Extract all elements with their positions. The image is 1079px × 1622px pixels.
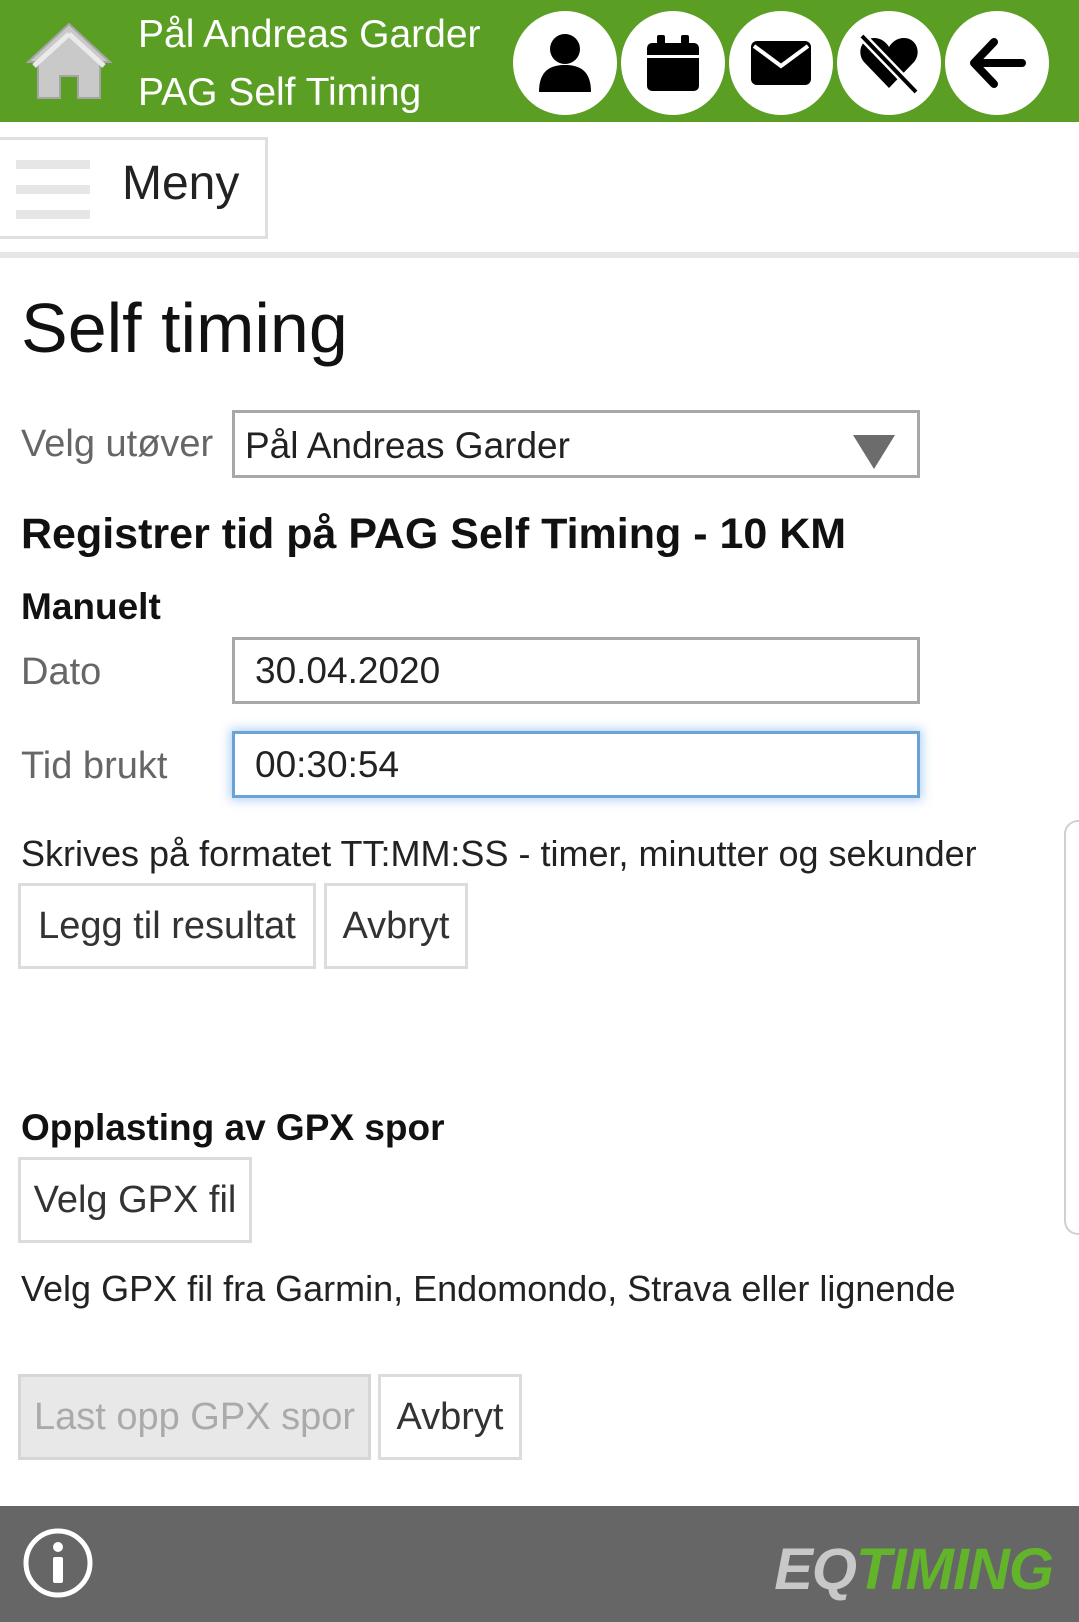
add-result-button[interactable]: Legg til resultat xyxy=(18,883,316,969)
messages-button[interactable] xyxy=(729,11,833,115)
page-title: Self timing xyxy=(21,289,348,367)
format-help-text: Skrives på formatet TT:MM:SS - timer, mi… xyxy=(21,833,977,874)
time-input[interactable] xyxy=(232,731,920,798)
back-button[interactable] xyxy=(945,11,1049,115)
calendar-icon xyxy=(647,35,699,91)
register-heading: Registrer tid på PAG Self Timing - 10 KM xyxy=(21,510,847,558)
back-arrow-icon xyxy=(970,38,1026,88)
profile-button[interactable] xyxy=(513,11,617,115)
hamburger-icon xyxy=(16,160,90,220)
envelope-icon xyxy=(751,41,811,85)
manual-heading: Manuelt xyxy=(21,586,161,627)
home-icon[interactable] xyxy=(24,20,114,102)
choose-gpx-button[interactable]: Velg GPX fil xyxy=(18,1157,252,1243)
athlete-selected-value: Pål Andreas Garder xyxy=(245,425,570,466)
footer: EQTIMING xyxy=(0,1506,1079,1622)
time-label: Tid brukt xyxy=(21,745,168,787)
user-icon xyxy=(539,34,591,92)
header-subtitle: PAG Self Timing xyxy=(138,71,422,114)
top-bar: Pål Andreas Garder PAG Self Timing xyxy=(0,0,1079,122)
date-input[interactable] xyxy=(232,637,920,704)
menu-button[interactable]: Meny xyxy=(0,137,268,239)
gpx-heading: Opplasting av GPX spor xyxy=(21,1107,445,1148)
eqtiming-logo: EQTIMING xyxy=(774,1537,1054,1602)
athlete-label: Velg utøver xyxy=(21,423,214,465)
dropdown-arrow-icon xyxy=(853,435,895,469)
upload-gpx-button[interactable]: Last opp GPX spor xyxy=(18,1374,371,1460)
menu-label: Meny xyxy=(122,157,240,210)
cancel-manual-button[interactable]: Avbryt xyxy=(324,883,468,969)
no-heart-icon xyxy=(858,32,920,96)
side-panel-edge xyxy=(1064,820,1079,1235)
calendar-button[interactable] xyxy=(621,11,725,115)
info-icon[interactable] xyxy=(22,1527,94,1599)
favorites-off-button[interactable] xyxy=(837,11,941,115)
athlete-select[interactable]: Pål Andreas Garder xyxy=(232,410,920,478)
header-user-name: Pål Andreas Garder xyxy=(138,13,481,56)
gpx-help-text: Velg GPX fil fra Garmin, Endomondo, Stra… xyxy=(21,1268,956,1309)
divider xyxy=(0,252,1079,258)
cancel-gpx-button[interactable]: Avbryt xyxy=(378,1374,522,1460)
date-label: Dato xyxy=(21,651,102,693)
